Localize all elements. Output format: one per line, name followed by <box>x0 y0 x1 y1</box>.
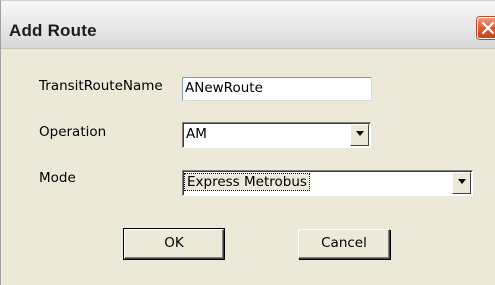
mode-selected-value: Express Metrobus <box>184 173 310 191</box>
operation-select[interactable]: AM <box>182 122 371 148</box>
title-bar[interactable]: Add Route <box>1 1 495 49</box>
operation-selected-value: AM <box>186 126 207 142</box>
cancel-button[interactable]: Cancel <box>298 229 390 259</box>
close-button[interactable] <box>477 17 495 39</box>
mode-select[interactable]: Express Metrobus <box>182 170 473 196</box>
mode-label: Mode <box>39 170 76 186</box>
operation-label: Operation <box>39 124 107 140</box>
chevron-down-icon <box>356 131 364 136</box>
operation-dropdown-button[interactable] <box>350 124 369 146</box>
route-name-input[interactable]: ANewRoute <box>182 77 372 101</box>
dialog-title: Add Route <box>9 21 97 40</box>
mode-dropdown-button[interactable] <box>452 172 471 194</box>
close-icon <box>481 21 495 35</box>
chevron-down-icon <box>458 179 466 184</box>
ok-button[interactable]: OK <box>123 228 225 260</box>
add-route-dialog: Add Route TransitRouteName ANewRoute Ope… <box>0 0 495 285</box>
route-name-label: TransitRouteName <box>39 78 163 94</box>
